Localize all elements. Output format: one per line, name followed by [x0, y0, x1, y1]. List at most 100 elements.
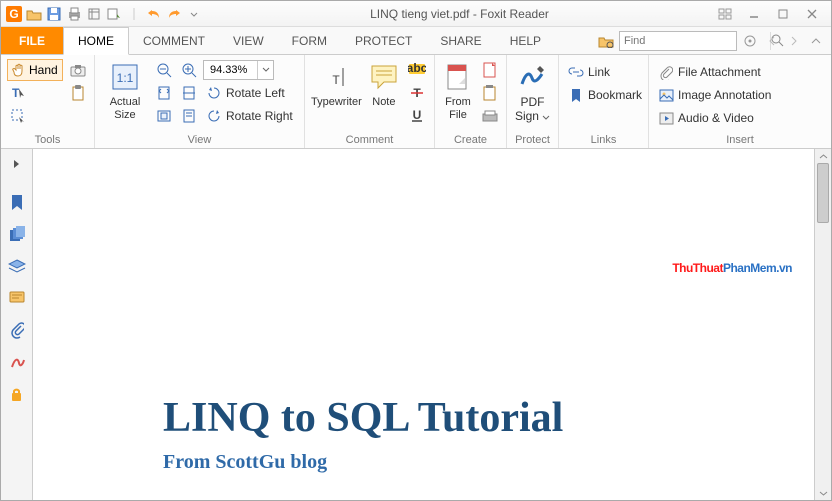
zoom-combo[interactable]: 94.33%: [203, 60, 274, 80]
fit-visible-button[interactable]: [153, 105, 175, 127]
group-insert: File Attachment Image Annotation Audio &…: [649, 55, 831, 148]
sidebar-expand-icon[interactable]: [6, 153, 28, 175]
attachments-panel-icon[interactable]: [6, 319, 28, 341]
nav-sidebar: [1, 149, 33, 500]
redo-icon[interactable]: [165, 5, 183, 23]
zoom-out-button[interactable]: [153, 59, 175, 81]
file-attachment-button[interactable]: File Attachment: [655, 61, 774, 83]
quick-access-toolbar: G: [1, 5, 207, 23]
scanner-button[interactable]: [479, 105, 501, 127]
reflow-button[interactable]: [178, 105, 200, 127]
group-create: From File Create: [435, 55, 507, 148]
document-subheading: From ScottGu blog: [163, 451, 327, 474]
qat-icon[interactable]: [85, 5, 103, 23]
snapshot-button[interactable]: [67, 59, 89, 81]
select-annotation-button[interactable]: [7, 105, 63, 127]
group-label: View: [101, 133, 298, 148]
actual-size-button[interactable]: 1:1 Actual Size: [101, 57, 149, 121]
typewriter-button[interactable]: T Typewriter: [311, 57, 362, 109]
hand-label: Hand: [29, 63, 58, 77]
highlight-button[interactable]: abc: [406, 59, 428, 81]
tab-protect[interactable]: PROTECT: [341, 27, 426, 54]
blank-button[interactable]: [479, 59, 501, 81]
rotate-right-button[interactable]: Rotate Right: [203, 105, 296, 127]
tab-file[interactable]: FILE: [1, 27, 63, 54]
find-box[interactable]: [619, 31, 737, 51]
group-label: Insert: [655, 133, 825, 148]
select-text-button[interactable]: T: [7, 82, 63, 104]
undo-icon[interactable]: [145, 5, 163, 23]
zoom-in-button[interactable]: [178, 59, 200, 81]
print-icon[interactable]: [65, 5, 83, 23]
title-bar: G LINQ tieng viet.pdf - Foxit Reader: [1, 1, 831, 27]
open-icon[interactable]: [25, 5, 43, 23]
note-button[interactable]: Note: [366, 57, 402, 109]
pages-panel-icon[interactable]: [6, 223, 28, 245]
fit-page-button[interactable]: [153, 82, 175, 104]
signatures-panel-icon[interactable]: [6, 351, 28, 373]
bookmarks-panel-icon[interactable]: [6, 191, 28, 213]
note-icon: [367, 60, 401, 94]
from-file-button[interactable]: From File: [441, 57, 475, 121]
chevron-down-icon[interactable]: [257, 61, 273, 79]
underline-button[interactable]: U: [406, 105, 428, 127]
qat-divider: [125, 5, 143, 23]
document-viewport[interactable]: ThuThuatPhanMem.vn LINQ to SQL Tutorial …: [33, 149, 831, 500]
rotate-left-button[interactable]: Rotate Left: [203, 82, 288, 104]
audio-video-button[interactable]: Audio & Video: [655, 107, 774, 129]
collapse-ribbon-icon[interactable]: [807, 32, 825, 50]
tab-comment[interactable]: COMMENT: [129, 27, 219, 54]
window-controls: [712, 4, 831, 24]
scroll-up-icon[interactable]: [815, 149, 831, 163]
annotation-select-icon: [10, 108, 26, 124]
svg-text:1:1: 1:1: [117, 71, 134, 85]
ribbon: Hand T Tools 1:1 Actual Size: [1, 55, 831, 149]
svg-text:abc: abc: [408, 63, 426, 75]
hand-icon: [12, 63, 26, 77]
prev-icon[interactable]: [763, 32, 781, 50]
hand-tool-button[interactable]: Hand: [7, 59, 63, 81]
image-icon: [658, 87, 674, 103]
link-button[interactable]: Link: [565, 61, 645, 83]
group-label: Links: [565, 133, 642, 148]
security-panel-icon[interactable]: [6, 383, 28, 405]
minimize-button[interactable]: [741, 4, 767, 24]
vertical-scrollbar[interactable]: [814, 149, 831, 500]
strikeout-button[interactable]: T: [406, 82, 428, 104]
tab-view[interactable]: VIEW: [219, 27, 278, 54]
scroll-thumb[interactable]: [817, 163, 829, 223]
tab-form[interactable]: FORM: [278, 27, 341, 54]
layers-panel-icon[interactable]: [6, 255, 28, 277]
ribbon-tabs: FILE HOME COMMENT VIEW FORM PROTECT SHAR…: [1, 27, 831, 55]
group-tools: Hand T Tools: [1, 55, 95, 148]
pdf-sign-button[interactable]: PDF Sign: [513, 57, 552, 124]
image-annotation-button[interactable]: Image Annotation: [655, 84, 774, 106]
fit-width-button[interactable]: [178, 82, 200, 104]
clipboard-create-button[interactable]: [479, 82, 501, 104]
save-icon[interactable]: [45, 5, 63, 23]
next-icon[interactable]: [785, 32, 803, 50]
gear-icon[interactable]: [741, 32, 759, 50]
tab-home[interactable]: HOME: [63, 27, 129, 55]
group-links: Link Bookmark Links: [559, 55, 649, 148]
comments-panel-icon[interactable]: [6, 287, 28, 309]
qat-icon[interactable]: [105, 5, 123, 23]
group-view: 1:1 Actual Size 94.33% Rotate Left: [95, 55, 305, 148]
typewriter-icon: T: [319, 60, 353, 94]
folder-search-icon[interactable]: [597, 32, 615, 50]
ribbon-mode-icon[interactable]: [712, 4, 738, 24]
scroll-down-icon[interactable]: [815, 486, 831, 500]
group-label: Comment: [311, 133, 428, 148]
rotate-right-icon: [206, 108, 222, 124]
clipboard-button[interactable]: [67, 82, 89, 104]
media-icon: [658, 110, 674, 126]
qat-dropdown-icon[interactable]: [185, 5, 203, 23]
maximize-button[interactable]: [770, 4, 796, 24]
tab-help[interactable]: HELP: [496, 27, 555, 54]
svg-text:T: T: [12, 86, 20, 100]
signature-icon: [516, 60, 550, 94]
tab-share[interactable]: SHARE: [426, 27, 495, 54]
close-button[interactable]: [799, 4, 825, 24]
bookmark-button[interactable]: Bookmark: [565, 84, 645, 106]
app-icon: G: [5, 5, 23, 23]
